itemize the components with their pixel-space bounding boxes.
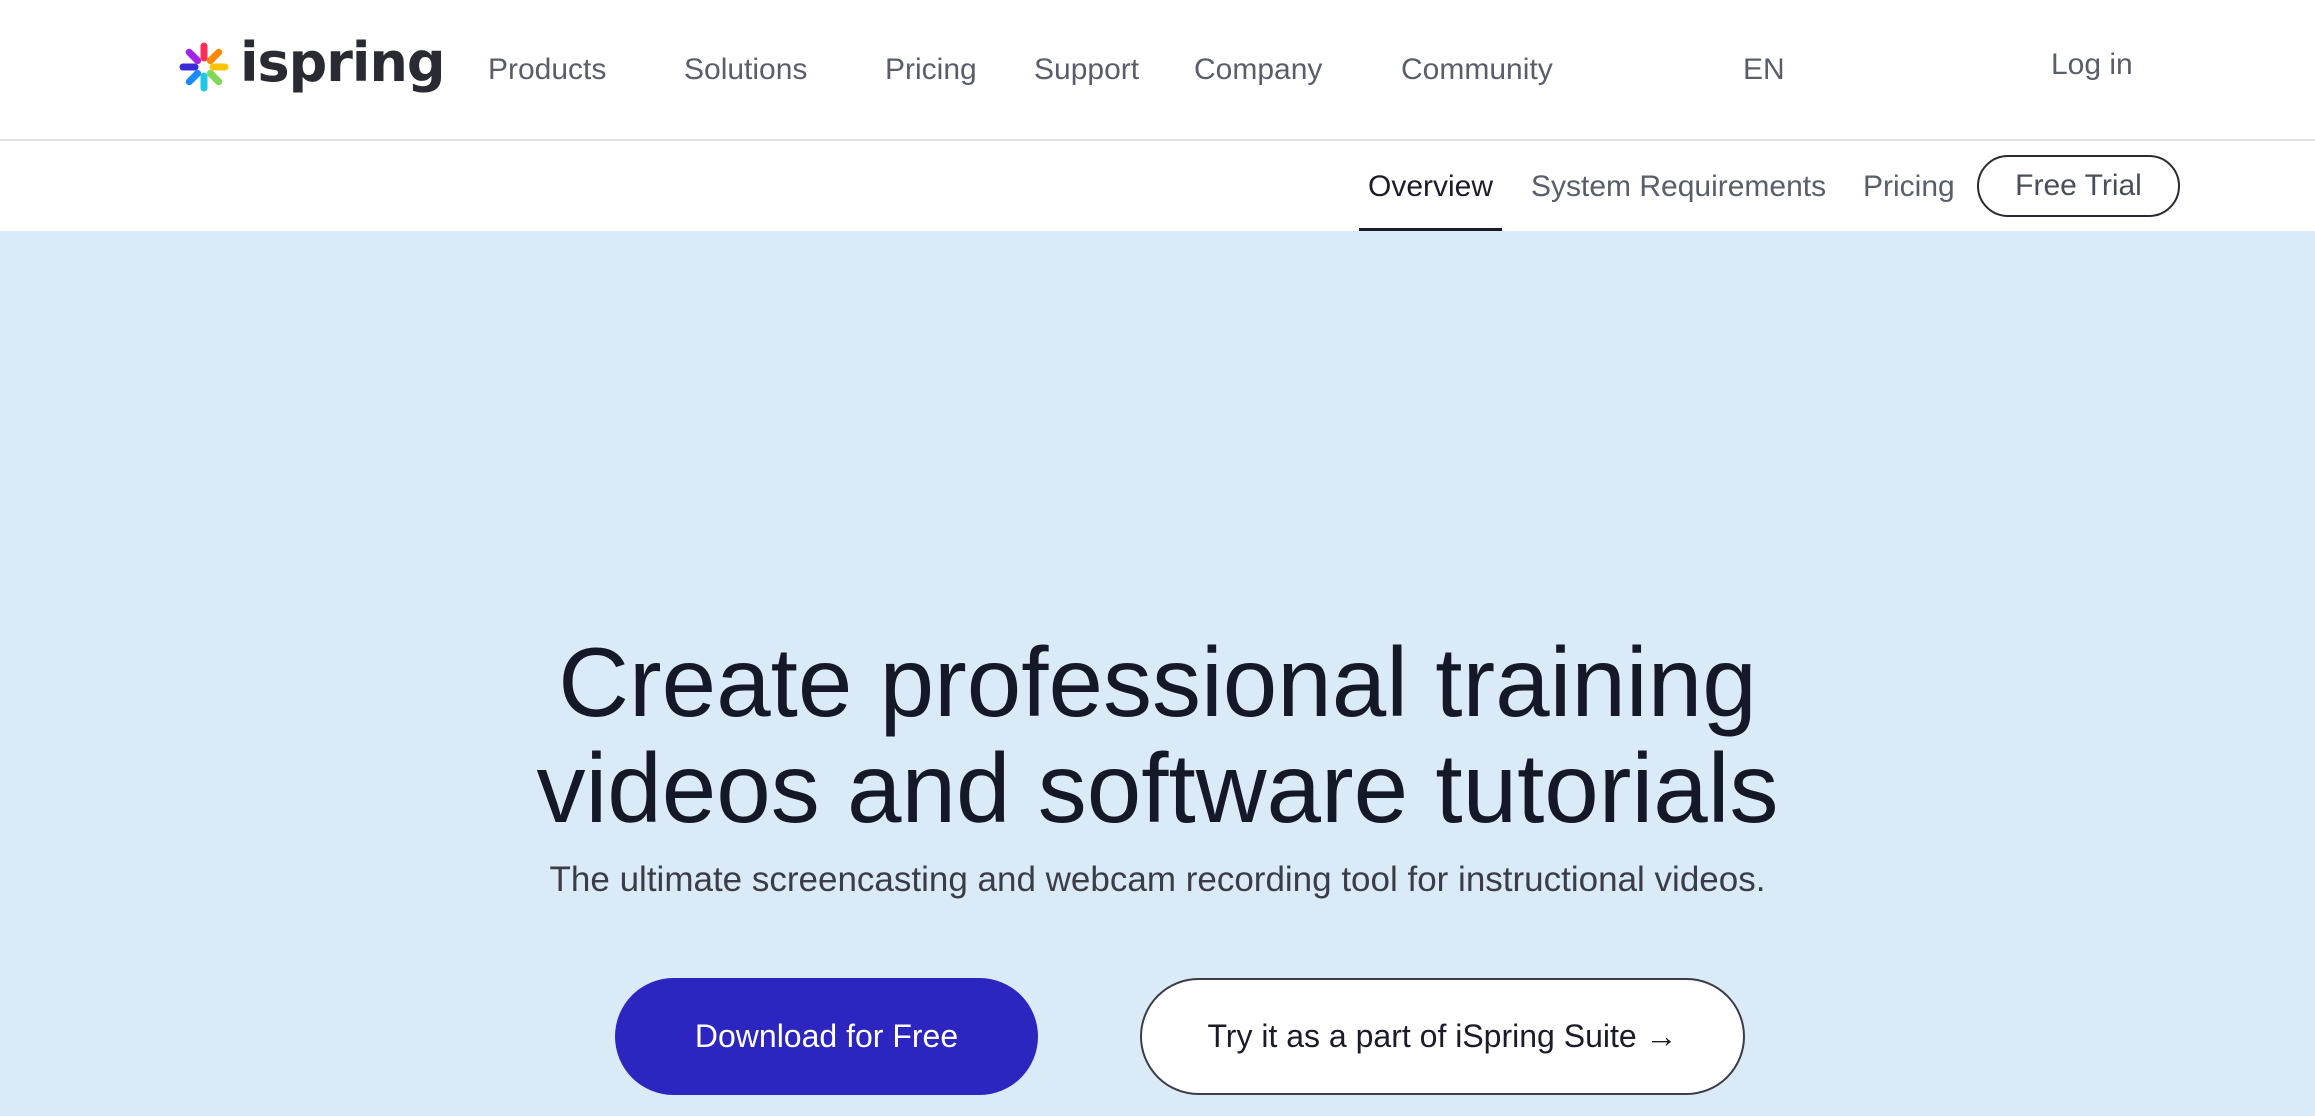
nav-item-pricing[interactable]: Pricing — [885, 52, 977, 88]
product-subnav: Overview System Requirements Pricing Fre… — [0, 141, 2315, 231]
nav-item-community[interactable]: Community — [1401, 52, 1553, 88]
nav-item-support[interactable]: Support — [1034, 52, 1139, 88]
free-trial-button[interactable]: Free Trial — [1977, 155, 2180, 217]
ispring-flower-icon — [179, 42, 229, 92]
nav-item-company[interactable]: Company — [1194, 52, 1322, 88]
subnav-item-system-requirements[interactable]: System Requirements — [1531, 169, 1826, 205]
nav-item-products[interactable]: Products — [488, 52, 606, 88]
download-free-button[interactable]: Download for Free — [615, 978, 1038, 1095]
top-navigation: ispring Products Solutions Pricing Suppo… — [0, 0, 2315, 141]
subnav-item-overview[interactable]: Overview — [1368, 169, 1493, 205]
hero-title-line-1: Create professional training — [558, 627, 1757, 737]
hero-subtitle: The ultimate screencasting and webcam re… — [549, 860, 1766, 899]
hero-title: Create professional training videos and … — [0, 629, 2315, 841]
hero-title-line-2: videos and software tutorials — [536, 733, 1779, 843]
logo-wordmark: ispring — [240, 31, 446, 94]
subnav-item-pricing[interactable]: Pricing — [1863, 169, 1955, 205]
ispring-logo[interactable]: ispring — [178, 31, 446, 98]
try-suite-button[interactable]: Try it as a part of iSpring Suite → — [1140, 978, 1745, 1095]
language-selector[interactable]: EN — [1743, 52, 1785, 88]
nav-item-solutions[interactable]: Solutions — [684, 52, 807, 88]
hero-section: Create professional training videos and … — [0, 231, 2315, 1116]
login-link[interactable]: Log in — [2051, 47, 2133, 83]
